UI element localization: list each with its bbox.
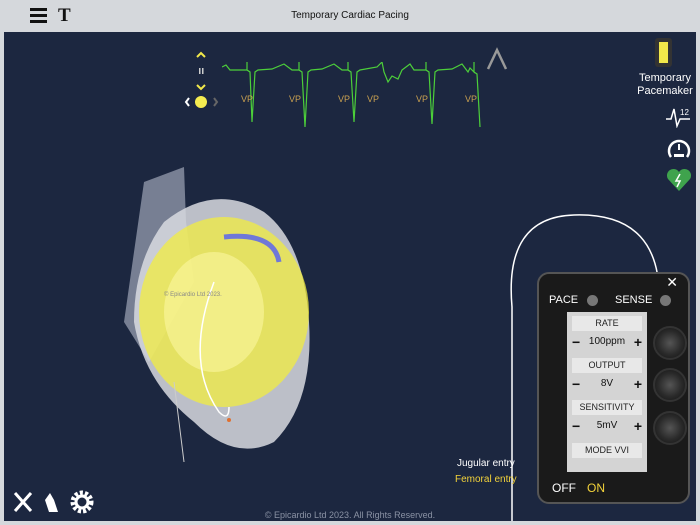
pace-indicator <box>587 295 598 306</box>
rate-knob[interactable] <box>653 326 687 360</box>
vp-marker: VP <box>416 94 429 104</box>
rate-row: −100ppm + <box>567 334 647 350</box>
close-button[interactable]: ✕ <box>666 274 678 291</box>
output-minus-button[interactable]: − <box>572 376 580 392</box>
rate-label: RATE <box>572 316 642 331</box>
output-plus-button[interactable]: + <box>634 376 642 392</box>
pace-label: PACE <box>549 294 579 306</box>
pacemaker-label: Temporary Pacemaker <box>637 72 693 97</box>
gauge-icon[interactable] <box>666 137 692 163</box>
output-label: OUTPUT <box>572 358 642 373</box>
lead-icon[interactable] <box>486 47 508 71</box>
watermark: © Epicardio Ltd 2023. <box>164 291 222 298</box>
top-bar: T Temporary Cardiac Pacing <box>0 0 700 32</box>
mode-button[interactable]: MODE VVI <box>572 443 642 458</box>
ecg-trace <box>222 62 481 127</box>
rate-plus-button[interactable]: + <box>634 334 642 350</box>
rate-minus-button[interactable]: − <box>572 334 580 350</box>
sensitivity-label: SENSITIVITY <box>572 400 642 415</box>
jugular-entry-option[interactable]: Jugular entry <box>457 458 515 469</box>
pacemaker-device: ✕ PACE SENSE RATE −100ppm + OUTPUT −8V + S… <box>537 272 690 504</box>
vp-marker: VP <box>465 94 478 104</box>
output-row: − 8V + <box>567 376 647 392</box>
rate-value: 100ppm <box>588 336 626 347</box>
sense-label: SENSE <box>615 294 653 306</box>
position-dot <box>195 96 207 108</box>
tools-icon[interactable] <box>13 492 33 512</box>
page-title: Temporary Cardiac Pacing <box>291 10 409 21</box>
off-button[interactable]: OFF <box>552 481 576 495</box>
heart-model[interactable]: © Epicardio Ltd 2023. <box>104 162 334 462</box>
chevron-left-icon <box>184 97 190 107</box>
vp-marker: VP <box>367 94 380 104</box>
output-knob[interactable] <box>653 368 687 402</box>
settings-panel: RATE −100ppm + OUTPUT −8V + SENSITIVITY −5… <box>567 312 647 472</box>
defibrillator-heart-icon[interactable] <box>666 168 692 192</box>
gear-icon[interactable] <box>70 490 94 514</box>
ecg-12-lead-icon[interactable]: 12 <box>666 106 691 128</box>
chevron-right-icon <box>213 97 219 107</box>
chevron-up-icon <box>196 51 206 58</box>
pacemaker-icon[interactable] <box>655 38 672 67</box>
sensitivity-minus-button[interactable]: − <box>572 418 580 434</box>
vp-marker: VP <box>241 94 254 104</box>
output-value: 8V <box>600 378 614 389</box>
chevron-down-icon <box>196 84 206 91</box>
sensitivity-row: − 5mV + <box>567 418 647 434</box>
sense-indicator <box>660 295 671 306</box>
sensitivity-plus-button[interactable]: + <box>634 418 642 434</box>
vp-marker: VP <box>338 94 351 104</box>
sensitivity-knob[interactable] <box>653 411 687 445</box>
svg-text:12: 12 <box>680 108 689 117</box>
sensitivity-value: 5mV <box>596 420 618 431</box>
pause-icon <box>199 68 201 74</box>
on-button[interactable]: ON <box>587 481 605 495</box>
femoral-entry-option[interactable]: Femoral entry <box>455 474 517 485</box>
vp-marker: VP <box>289 94 302 104</box>
copyright-footer: © Epicardio Ltd 2023. All Rights Reserve… <box>264 510 436 520</box>
